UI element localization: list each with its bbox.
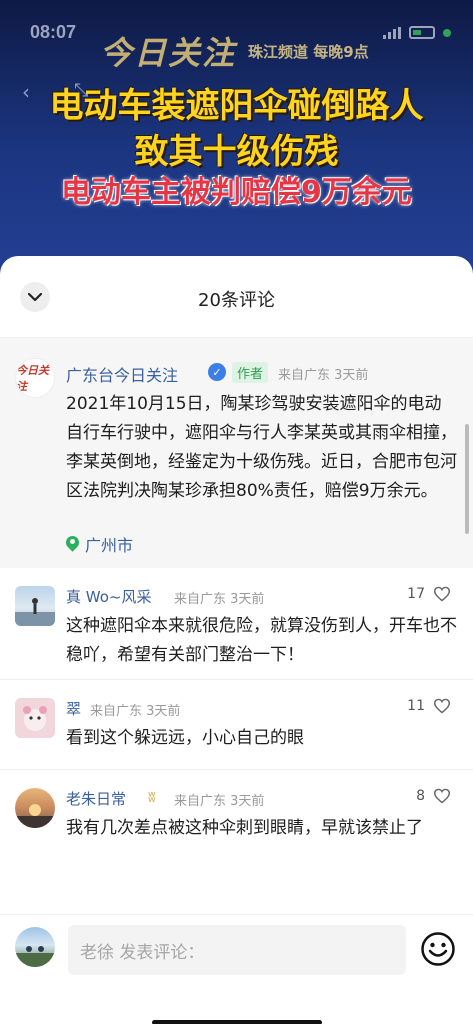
comment-text: 我有几次差点被这种伞刺到眼睛，早就该禁止了 [66, 818, 423, 838]
commenter-name[interactable]: 广东台今日关注 [66, 362, 178, 386]
like-button[interactable]: 17 [407, 586, 451, 602]
sheet-header: 20条评论 [0, 256, 473, 338]
video-headline-2: 致其十级伤残 [134, 132, 339, 172]
avatar[interactable] [15, 586, 55, 626]
video-player[interactable]: 08:07 今日关注 珠江频道 每晚9点 ‹ ⤡ 电动车装遮阳伞碰倒路人 致其十… [0, 0, 473, 270]
video-headline-3: 电动车主被判赔偿9万余元 [61, 175, 412, 210]
like-count: 17 [407, 586, 425, 602]
avatar[interactable] [15, 788, 55, 828]
my-avatar[interactable] [15, 927, 55, 967]
verified-icon: ✓ [208, 363, 226, 381]
avatar-logo-text: 今日关注 [16, 364, 49, 393]
comment-meta: 来自广东 3天前 [174, 794, 265, 809]
commenter-name[interactable]: 翠 [66, 698, 81, 719]
list-item[interactable]: 真 Wo~风采 来自广东 3天前 17 这种遮阳伞本来就很危险，就算没伤到人，开… [0, 568, 473, 680]
avatar[interactable] [15, 698, 55, 738]
comment-input[interactable]: 老徐 发表评论： [68, 925, 406, 975]
sheet-title: 20条评论 [198, 290, 275, 311]
comment-text: 2021年10月15日，陶某珍驾驶安装遮阳伞的电动自行车行驶中，遮阳伞与行人李某… [66, 394, 457, 501]
comment-text: 看到这个躲远远，小心自己的眼 [66, 728, 304, 748]
heart-icon [433, 698, 451, 714]
pinned-comment[interactable]: 今日关注 广东台今日关注 ✓ 作者 来自广东 3天前 2021年10月15日，陶… [0, 338, 473, 568]
list-item[interactable]: 老朱日常 ʬ 来自广东 3天前 8 我有几次差点被这种伞刺到眼睛，早就该禁止了 [0, 770, 473, 882]
video-headline-1: 电动车装遮阳伞碰倒路人 [49, 86, 424, 126]
channel-info: 珠江频道 每晚9点 [248, 42, 369, 61]
comments-sheet: 20条评论 今日关注 广东台今日关注 ✓ 作者 来自广东 3天前 2021年10… [0, 256, 473, 1024]
emoji-icon[interactable] [420, 931, 456, 967]
battery-icon [409, 26, 435, 39]
location-tag[interactable]: 广州市 [66, 532, 133, 556]
comment-meta: 来自广东 3天前 [174, 592, 265, 607]
like-button[interactable]: 8 [416, 788, 451, 804]
recording-dot-icon [443, 28, 451, 37]
signal-icon [383, 26, 401, 39]
like-count: 8 [416, 788, 425, 804]
fan-badge-icon: ʬ [148, 788, 156, 806]
scrollbar[interactable] [465, 424, 469, 534]
location-label: 广州市 [85, 536, 134, 555]
commenter-name[interactable]: 真 Wo~风采 [66, 586, 151, 607]
avatar[interactable]: 今日关注 [15, 358, 55, 398]
comment-meta: 来自广东 3天前 [90, 704, 181, 719]
comment-meta: 来自广东 3天前 [278, 368, 369, 383]
comment-input-bar: 老徐 发表评论： [0, 914, 473, 1024]
author-badge: 作者 [232, 362, 269, 383]
location-pin-icon [66, 536, 79, 552]
status-time: 08:07 [30, 22, 77, 42]
list-item[interactable]: 翠 来自广东 3天前 11 看到这个躲远远，小心自己的眼 [0, 680, 473, 770]
heart-icon [433, 586, 451, 602]
like-count: 11 [407, 698, 425, 714]
comment-text: 这种遮阳伞本来就很危险，就算没伤到人，开车也不稳吖，希望有关部门整治一下！ [66, 616, 457, 665]
commenter-name[interactable]: 老朱日常 [66, 788, 126, 809]
program-logo-text: 今日关注 [100, 34, 237, 72]
like-button[interactable]: 11 [407, 698, 451, 714]
home-indicator[interactable] [152, 1020, 322, 1024]
status-icons [383, 26, 451, 39]
heart-icon [433, 788, 451, 804]
program-logo: 今日关注 珠江频道 每晚9点 [100, 28, 369, 74]
